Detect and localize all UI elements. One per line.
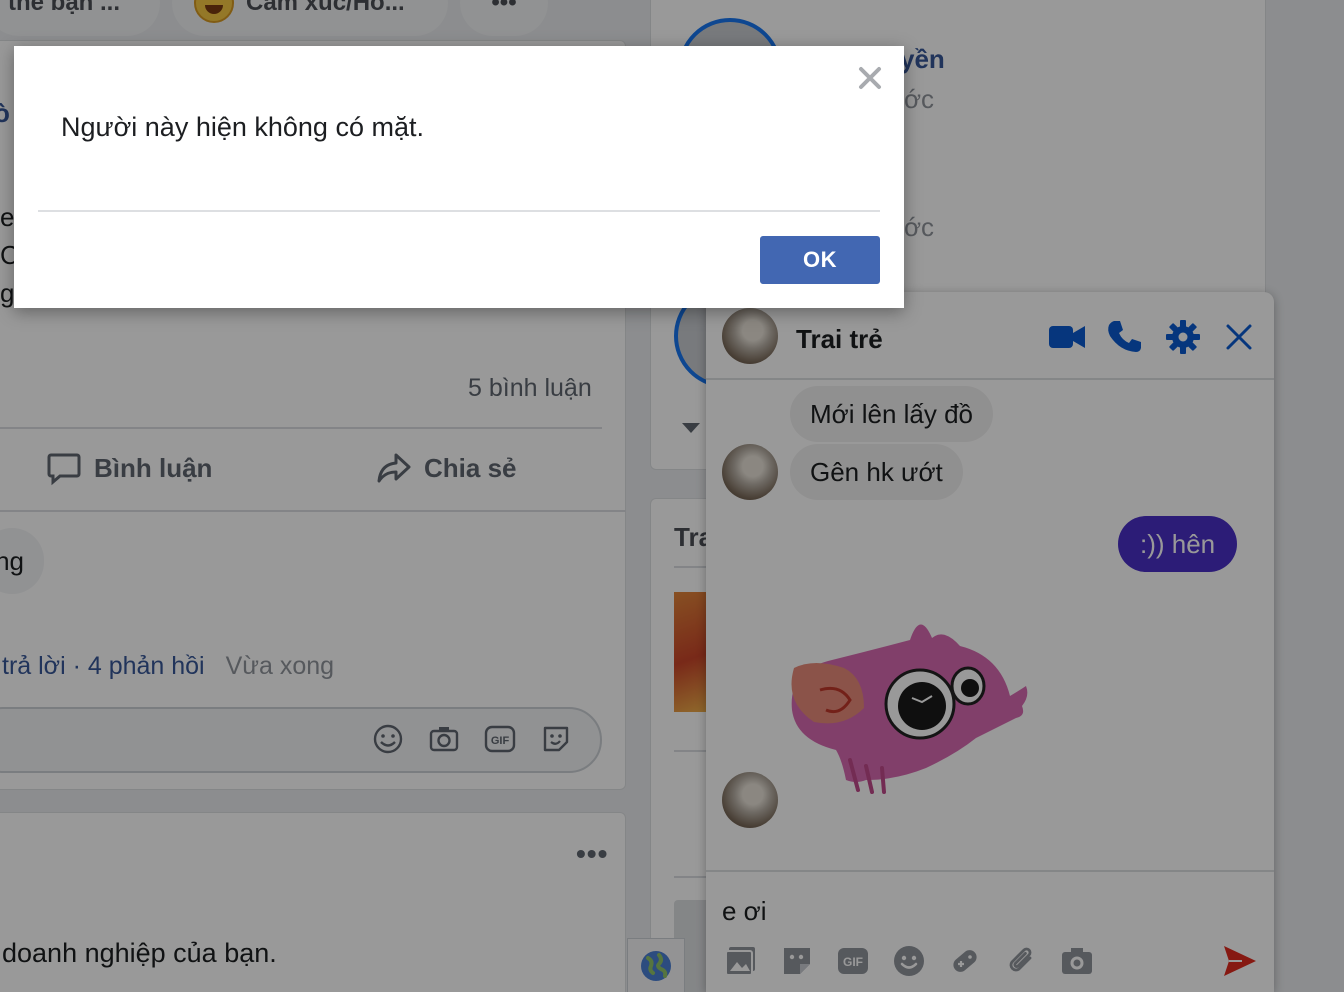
close-icon[interactable]: [856, 64, 884, 92]
alert-dialog: Người này hiện không có mặt. OK: [14, 46, 904, 308]
ok-button[interactable]: OK: [760, 236, 880, 284]
divider: [38, 210, 880, 212]
dialog-message: Người này hiện không có mặt.: [61, 112, 424, 142]
